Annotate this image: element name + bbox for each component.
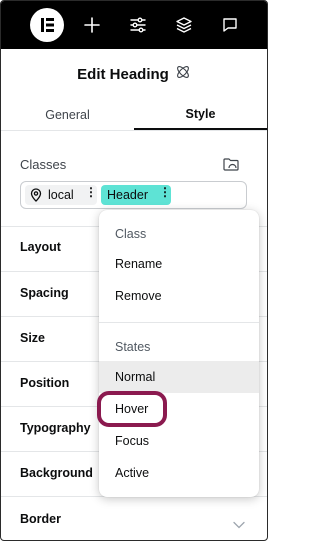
menu-item-remove[interactable]: Remove xyxy=(99,280,259,312)
class-options-menu: Class Rename Remove States Normal Hover … xyxy=(99,210,259,497)
class-chip-header-label: Header xyxy=(107,188,148,202)
top-toolbar xyxy=(1,1,267,49)
menu-group-class: Class xyxy=(115,227,147,241)
chat-icon[interactable] xyxy=(219,14,241,36)
section-border[interactable]: Border xyxy=(1,496,267,540)
editor-panel: Edit Heading General Style Classes local… xyxy=(0,0,268,541)
tab-style[interactable]: Style xyxy=(134,99,267,130)
menu-item-normal[interactable]: Normal xyxy=(99,361,259,393)
section-label: Layout xyxy=(20,240,61,254)
plus-icon[interactable] xyxy=(81,14,103,36)
section-label: Background xyxy=(20,466,93,480)
menu-item-focus[interactable]: Focus xyxy=(99,425,259,457)
elementor-logo-icon[interactable] xyxy=(30,8,64,42)
section-label: Position xyxy=(20,376,70,390)
sliders-icon[interactable] xyxy=(127,14,149,36)
panel-tabs: General Style xyxy=(1,99,267,131)
chevron-down-icon[interactable] xyxy=(233,516,245,529)
atom-icon xyxy=(175,64,191,85)
header-options-icon[interactable]: ⋮ xyxy=(159,185,171,199)
location-pin-icon xyxy=(30,188,42,202)
section-label: Spacing xyxy=(20,286,69,300)
menu-item-rename[interactable]: Rename xyxy=(99,248,259,280)
menu-divider xyxy=(99,322,259,323)
classes-selector[interactable]: local ⋮ Header ⋮ xyxy=(20,181,247,209)
section-label: Border xyxy=(20,512,61,526)
section-label: Size xyxy=(20,331,46,345)
panel-title: Edit Heading xyxy=(77,65,169,83)
tab-general[interactable]: General xyxy=(1,99,134,130)
menu-group-states: States xyxy=(115,340,151,354)
menu-item-active[interactable]: Active xyxy=(99,457,259,489)
classes-label: Classes xyxy=(20,157,67,172)
layers-icon[interactable] xyxy=(173,14,195,36)
local-options-icon[interactable]: ⋮ xyxy=(85,185,97,199)
panel-header: Edit Heading xyxy=(1,63,267,85)
hover-highlight-circle xyxy=(97,391,167,427)
class-chip-local-label: local xyxy=(48,188,74,202)
color-palette-icon[interactable] xyxy=(222,156,240,172)
section-label: Typography xyxy=(20,421,91,435)
